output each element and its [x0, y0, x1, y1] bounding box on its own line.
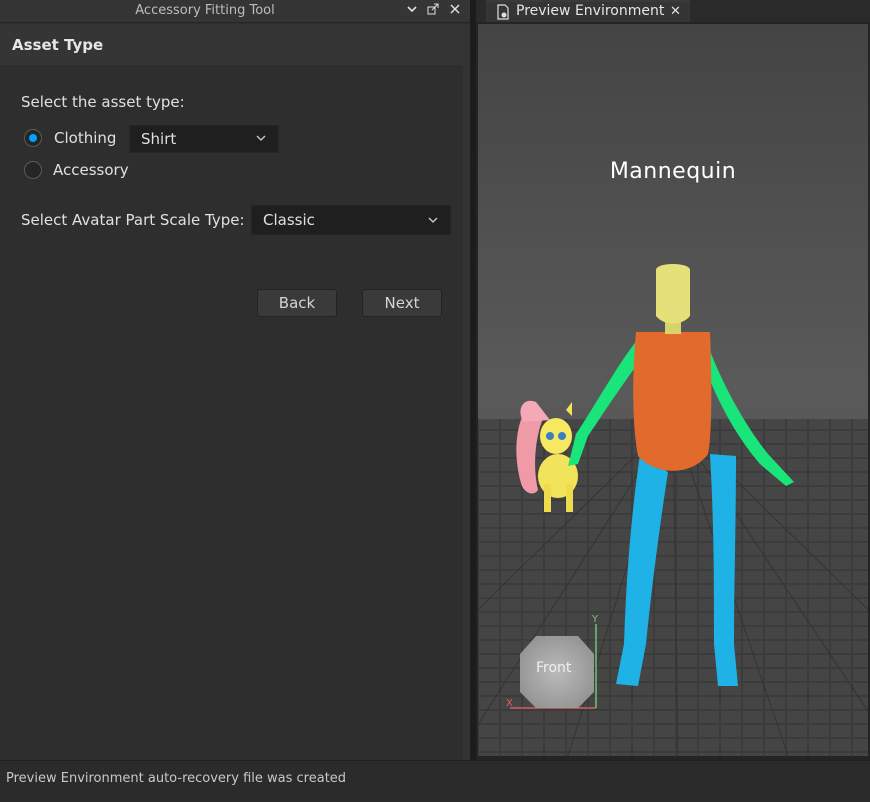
- asset-type-prompt: Select the asset type:: [21, 93, 185, 111]
- accessory-radio[interactable]: [24, 161, 42, 179]
- section-header: Asset Type: [0, 24, 463, 65]
- scale-type-dropdown[interactable]: Classic: [251, 205, 451, 235]
- mannequin-label: Mannequin: [609, 159, 737, 184]
- clothing-type-value: Shirt: [141, 130, 177, 148]
- status-text: Preview Environment auto-recovery file w…: [6, 771, 347, 786]
- document-icon: [496, 4, 510, 24]
- tab-bar: Preview Environment ✕: [476, 0, 870, 22]
- tab-preview-environment[interactable]: Preview Environment ✕: [486, 0, 690, 22]
- close-icon[interactable]: ✕: [670, 4, 681, 19]
- clothing-label[interactable]: Clothing: [54, 129, 116, 147]
- tab-label: Preview Environment: [516, 3, 665, 19]
- chevron-down-icon[interactable]: [406, 3, 418, 18]
- accessory-label[interactable]: Accessory: [53, 161, 129, 179]
- next-button[interactable]: Next: [362, 289, 442, 317]
- preview-environment-panel: Preview Environment ✕ Mannequin Front X …: [476, 0, 870, 760]
- status-bar: Preview Environment auto-recovery file w…: [0, 760, 870, 802]
- close-icon[interactable]: [449, 3, 461, 18]
- chevron-down-icon: [428, 217, 438, 223]
- chevron-down-icon: [256, 135, 266, 141]
- 3d-viewport[interactable]: Mannequin Front X Y: [478, 24, 868, 756]
- accessory-fitting-tool-panel: Accessory Fitting Tool Asset Type Select…: [0, 0, 470, 760]
- scale-type-label: Select Avatar Part Scale Type:: [21, 211, 245, 229]
- clothing-type-dropdown[interactable]: Shirt: [129, 125, 279, 153]
- scene: [478, 24, 868, 756]
- scale-type-value: Classic: [263, 211, 315, 229]
- back-button[interactable]: Back: [257, 289, 337, 317]
- view-cube-label: Front: [536, 660, 572, 676]
- axis-y-label: Y: [592, 614, 599, 625]
- clothing-radio[interactable]: [24, 129, 42, 147]
- section-title: Asset Type: [12, 36, 104, 54]
- scrollbar[interactable]: [463, 24, 470, 760]
- panel-title: Accessory Fitting Tool: [135, 3, 275, 18]
- axis-x-label: X: [506, 698, 513, 709]
- panel-titlebar: Accessory Fitting Tool: [0, 0, 470, 23]
- undock-icon[interactable]: [427, 3, 439, 18]
